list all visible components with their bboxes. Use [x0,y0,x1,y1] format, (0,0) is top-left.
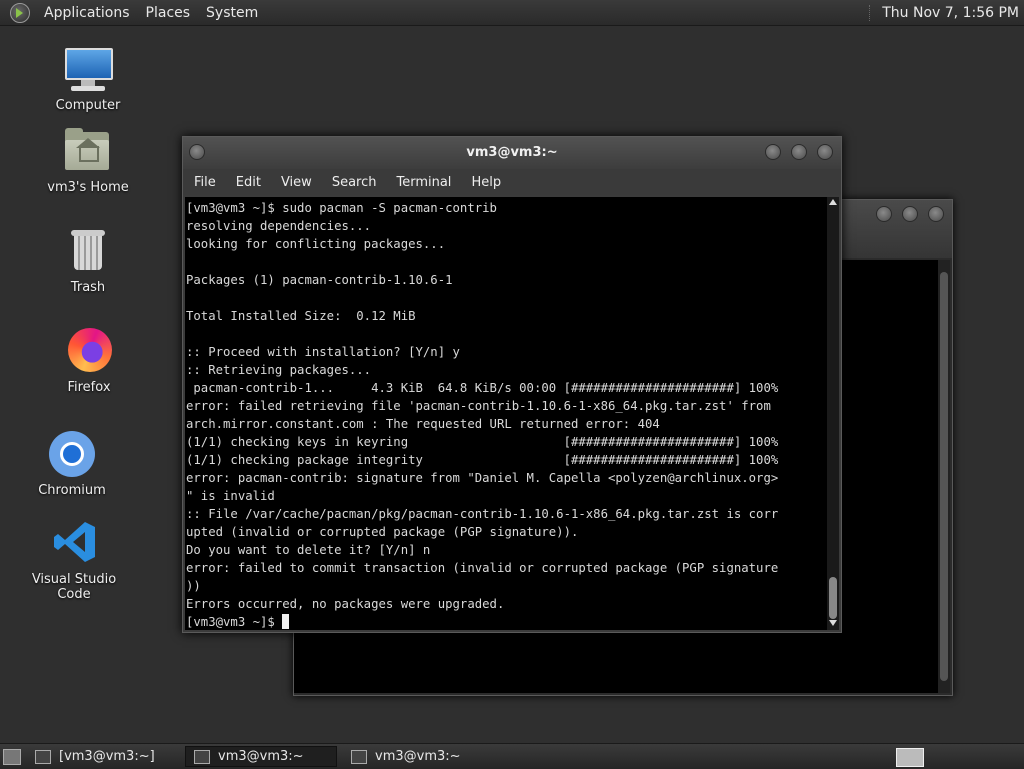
taskbar-item-label: vm3@vm3:~ [375,749,461,764]
terminal-cursor [282,614,290,629]
maximize-icon[interactable] [791,144,807,160]
taskbar-item-active[interactable]: vm3@vm3:~ [185,746,337,767]
trash-icon [63,228,113,274]
desktop-icon-firefox[interactable]: Firefox [29,328,149,395]
terminal-icon [35,749,51,764]
terminal-scrollbar[interactable] [827,197,839,630]
desktop-icon-home[interactable]: vm3's Home [28,128,148,195]
close-icon[interactable] [817,144,833,160]
menu-applications[interactable]: Applications [36,5,138,21]
scrollbar-thumb[interactable] [829,577,837,619]
menu-search[interactable]: Search [322,175,387,190]
workspace-switcher[interactable] [896,748,924,767]
taskbar-item-label: vm3@vm3:~ [218,749,304,764]
menu-system[interactable]: System [198,5,266,21]
desktop-icon-trash[interactable]: Trash [28,228,148,295]
menu-help[interactable]: Help [461,175,511,190]
show-desktop-icon[interactable] [3,748,21,765]
taskbar-item[interactable]: vm3@vm3:~ [343,746,495,767]
desktop-icon-chromium[interactable]: Chromium [12,431,132,498]
clock[interactable]: Thu Nov 7, 1:56 PM [869,4,1024,21]
terminal-output[interactable]: [vm3@vm3 ~]$ sudo pacman -S pacman-contr… [185,197,827,630]
close-icon[interactable] [928,206,944,222]
desktop-icon-label: Visual Studio Code [31,572,117,602]
desktop-icon-label: Trash [70,280,106,295]
menu-terminal[interactable]: Terminal [386,175,461,190]
terminal-text[interactable]: [vm3@vm3 ~]$ sudo pacman -S pacman-contr… [185,197,827,630]
firefox-icon [64,328,114,374]
menu-view[interactable]: View [271,175,322,190]
desktop-icon-label: Chromium [38,483,106,498]
background-scrollbar[interactable] [938,260,950,693]
maximize-icon[interactable] [902,206,918,222]
taskbar-item-label: [vm3@vm3:~] [59,749,155,764]
vscode-icon [49,520,99,566]
desktop-icon-computer[interactable]: Computer [28,46,148,113]
desktop-icon-label: Computer [55,98,121,113]
desktop-icon-vscode[interactable]: Visual Studio Code [14,520,134,602]
bottom-panel: [vm3@vm3:~] vm3@vm3:~ vm3@vm3:~ [0,743,1024,769]
minimize-icon[interactable] [876,206,892,222]
menu-edit[interactable]: Edit [226,175,271,190]
minimize-icon[interactable] [765,144,781,160]
scroll-up-icon[interactable] [829,199,837,205]
terminal-window[interactable]: vm3@vm3:~ File Edit View Search Terminal… [182,136,842,633]
home-folder-icon [63,128,113,174]
terminal-icon [351,749,367,764]
desktop-icon-label: vm3's Home [47,180,129,195]
distro-logo-icon[interactable] [10,2,30,23]
terminal-titlebar[interactable]: vm3@vm3:~ [183,137,841,169]
menu-file[interactable]: File [183,175,226,190]
terminal-icon [194,749,210,764]
menu-places[interactable]: Places [138,5,199,21]
terminal-menubar: File Edit View Search Terminal Help [183,169,841,195]
chromium-icon [47,431,97,477]
scroll-down-icon[interactable] [829,620,837,626]
computer-icon [63,46,113,92]
top-panel: Applications Places System Thu Nov 7, 1:… [0,0,1024,26]
taskbar-item[interactable]: [vm3@vm3:~] [27,746,179,767]
window-title: vm3@vm3:~ [466,145,558,160]
desktop-icon-label: Firefox [67,380,111,395]
